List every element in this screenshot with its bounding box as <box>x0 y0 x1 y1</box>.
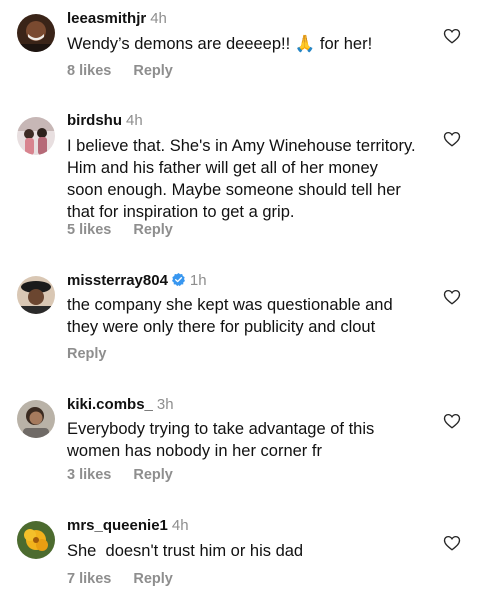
likes-count[interactable]: 3 likes <box>67 467 111 483</box>
timestamp: 4h <box>171 517 189 534</box>
comment-meta: birdshu 4h <box>67 112 143 130</box>
heart-outline-icon[interactable] <box>443 412 461 430</box>
reply-button[interactable]: Reply <box>133 63 173 79</box>
avatar[interactable] <box>17 521 55 559</box>
timestamp: 3h <box>156 396 174 413</box>
heart-outline-icon[interactable] <box>443 130 461 148</box>
heart-outline-icon[interactable] <box>443 534 461 552</box>
comment-actions: 7 likes Reply <box>67 570 173 588</box>
timestamp: 1h <box>189 272 207 289</box>
comment-text: Everybody trying to take advantage of th… <box>67 420 375 460</box>
reply-button[interactable]: Reply <box>133 222 173 238</box>
likes-count[interactable]: 5 likes <box>67 222 111 238</box>
username[interactable]: missterray804 <box>67 272 168 289</box>
comment-meta: missterray804 1h <box>67 272 207 290</box>
heart-outline-icon[interactable] <box>443 27 461 45</box>
likes-count[interactable]: 7 likes <box>67 571 111 587</box>
reply-button[interactable]: Reply <box>67 346 107 362</box>
username[interactable]: kiki.combs_ <box>67 396 153 413</box>
comment-text: Wendy’s demons are deeeep!! 🙏 for her! <box>67 35 373 53</box>
avatar[interactable] <box>17 276 55 314</box>
comment-text: I believe that. She's in Amy Winehouse t… <box>67 137 416 221</box>
comment-text: the company she kept was questionable an… <box>67 296 393 336</box>
avatar[interactable] <box>17 400 55 438</box>
comment-meta: leeasmithjr 4h <box>67 10 167 28</box>
comment-actions: Reply <box>67 345 107 363</box>
timestamp: 4h <box>150 10 167 27</box>
username[interactable]: leeasmithjr <box>67 10 146 27</box>
username[interactable]: mrs_queenie1 <box>67 517 168 534</box>
reply-button[interactable]: Reply <box>133 571 173 587</box>
heart-outline-icon[interactable] <box>443 288 461 306</box>
comment-actions: 5 likes Reply <box>67 221 173 239</box>
username[interactable]: birdshu <box>67 112 122 129</box>
reply-button[interactable]: Reply <box>133 467 173 483</box>
comment-meta: kiki.combs_ 3h <box>67 396 174 414</box>
likes-count[interactable]: 8 likes <box>67 63 111 79</box>
comment-meta: mrs_queenie1 4h <box>67 517 189 535</box>
verified-badge-icon <box>171 272 185 287</box>
comment-actions: 8 likes Reply <box>67 62 173 80</box>
avatar[interactable] <box>17 14 55 52</box>
avatar[interactable] <box>17 117 55 155</box>
comment-text: She doesn't trust him or his dad <box>67 542 304 560</box>
timestamp: 4h <box>126 112 143 129</box>
comment-actions: 3 likes Reply <box>67 466 173 484</box>
